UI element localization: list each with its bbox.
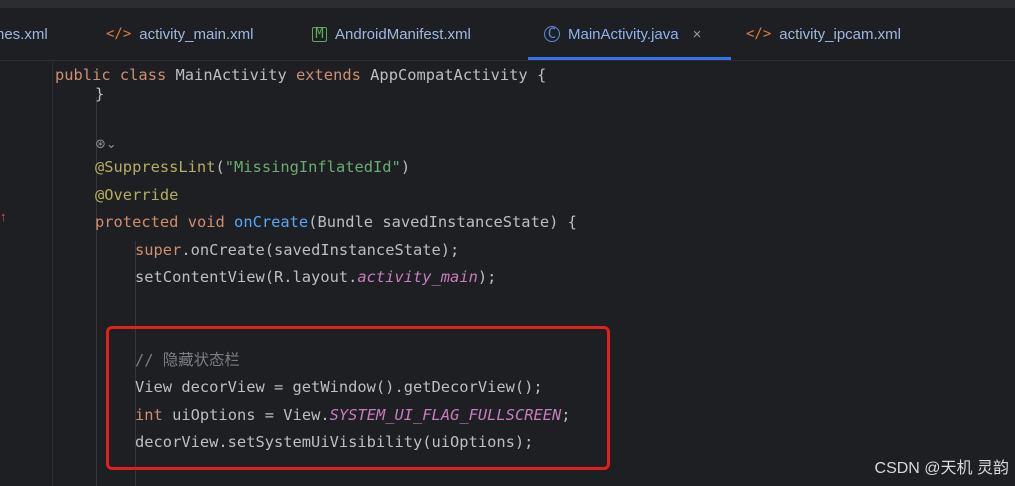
code-line-setcontentview: setContentView(R.layout.activity_main); bbox=[135, 268, 497, 286]
code-line-oncreate-decl: protected void onCreate(Bundle savedInst… bbox=[95, 213, 577, 231]
ai-hint-icon: ⊛⌄ bbox=[95, 137, 117, 152]
java-class-icon: C bbox=[544, 26, 560, 42]
code-line-class-decl: public class MainActivity extends AppCom… bbox=[55, 66, 547, 84]
code-line-override: @Override bbox=[95, 186, 179, 204]
xml-icon: </> bbox=[106, 26, 132, 42]
tab-nes-xml[interactable]: nes.xml bbox=[0, 8, 48, 60]
manifest-icon: M bbox=[312, 26, 327, 42]
override-gutter-icon[interactable]: ↑ bbox=[0, 209, 7, 224]
tab-label: MainActivity.java bbox=[568, 25, 679, 43]
active-tab-indicator bbox=[528, 57, 731, 60]
code-line-inlay-hint[interactable]: ⊛⌄ bbox=[95, 131, 117, 155]
tab-label: AndroidManifest.xml bbox=[335, 25, 471, 43]
editor-tab-bar: nes.xml </> activity_main.xml M AndroidM… bbox=[0, 8, 1015, 61]
gutter-divider bbox=[52, 61, 53, 486]
code-line-closing-brace: } bbox=[95, 85, 105, 103]
tab-activity-main-xml[interactable]: </> activity_main.xml bbox=[106, 8, 254, 60]
tab-main-activity-java[interactable]: C MainActivity.java × bbox=[528, 8, 731, 60]
xml-icon: </> bbox=[746, 26, 772, 42]
tab-activity-ipcam-xml[interactable]: </> activity_ipcam.xml bbox=[746, 8, 901, 60]
window-top-strip bbox=[0, 0, 1015, 8]
watermark: CSDN @天机 灵韵 bbox=[874, 460, 1009, 477]
close-icon[interactable]: × bbox=[693, 26, 702, 43]
code-line-super-oncreate: super.onCreate(savedInstanceState); bbox=[135, 241, 460, 259]
tab-label: nes.xml bbox=[0, 25, 48, 43]
tab-label: activity_ipcam.xml bbox=[779, 25, 901, 43]
code-editor[interactable]: ↑ public class MainActivity extends AppC… bbox=[0, 61, 1015, 486]
tab-android-manifest-xml[interactable]: M AndroidManifest.xml bbox=[312, 8, 471, 60]
red-highlight-box bbox=[106, 326, 610, 470]
code-line-suppresslint: @SuppressLint("MissingInflatedId") bbox=[95, 158, 411, 176]
tab-label: activity_main.xml bbox=[139, 25, 254, 43]
